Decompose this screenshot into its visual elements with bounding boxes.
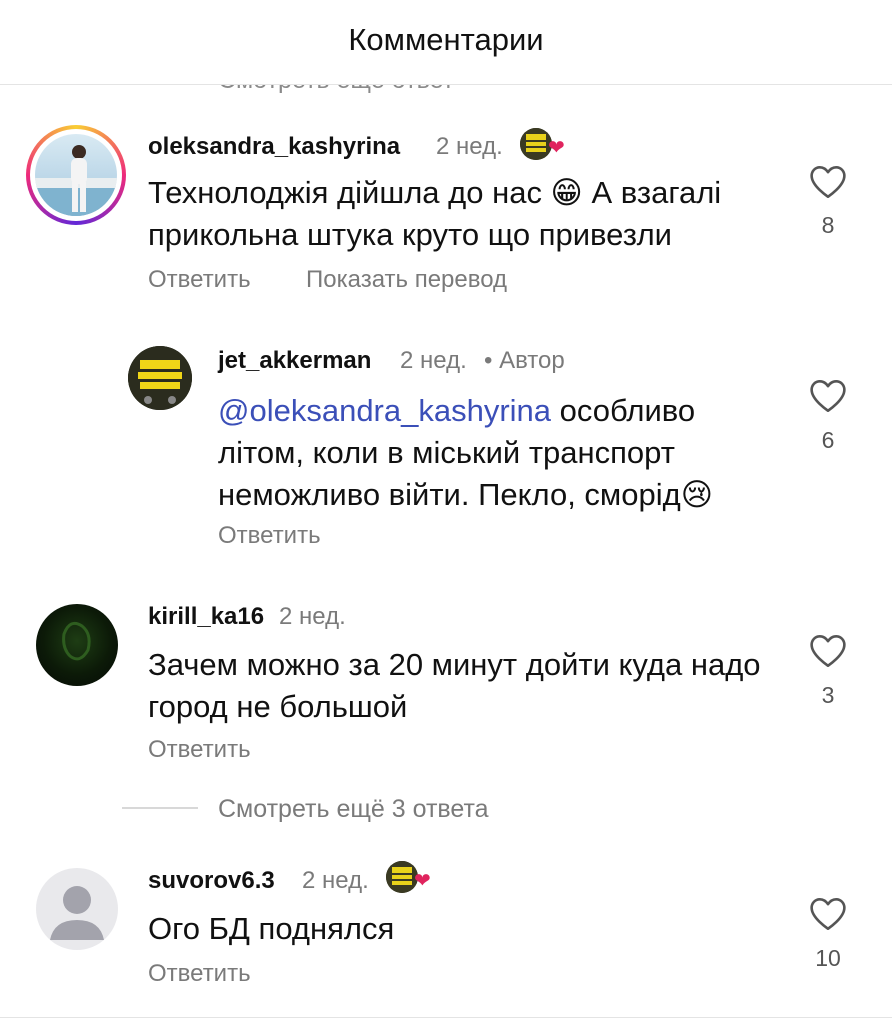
comment-time: 2 нед. [400,347,467,374]
comment-text: @oleksandra_kashyrina особливо літом, ко… [218,390,778,516]
avatar[interactable] [35,134,117,216]
comment-username[interactable]: kirill_ka16 [148,603,264,631]
comment-time: 2 нед. [436,133,503,160]
reply-button[interactable]: Ответить [218,522,321,550]
heart-filled-icon: ❤ [548,137,565,159]
reply-button[interactable]: Ответить [148,960,251,988]
comment-time: 2 нед. [302,867,369,894]
comment-text: Ого БД поднялся [148,911,395,946]
view-more-replies-button[interactable]: Смотреть ещё 3 ответа [218,795,489,824]
heart-outline-icon[interactable] [808,896,848,932]
page-title: Комментарии [348,22,544,57]
comment-time: 2 нед. [279,603,346,630]
heart-outline-icon[interactable] [808,633,848,669]
author-label: • Автор [484,347,565,374]
reply-button[interactable]: Ответить [148,266,251,294]
divider [122,807,198,809]
like-count: 8 [821,212,835,238]
mention-link[interactable]: @oleksandra_kashyrina [218,393,551,428]
comment-username[interactable]: jet_akkerman [218,347,371,375]
show-translation-button[interactable]: Показать перевод [306,266,507,294]
comments-header: Комментарии [0,0,892,85]
reply-button[interactable]: Ответить [148,736,251,764]
heart-outline-icon[interactable] [808,378,848,414]
avatar[interactable] [128,346,192,410]
divider [0,1017,892,1018]
like-count: 6 [821,427,835,453]
comment-text: Зачем можно за 20 минут дойти куда надо … [148,647,761,724]
comments-sheet: Комментарии Смотреть ещё ответ oleksandr… [0,0,892,1024]
comment-username[interactable]: oleksandra_kashyrina [148,133,400,161]
heart-outline-icon[interactable] [808,164,848,200]
comment-text: Технолоджія дійшла до нас 😁 А взагалі пр… [148,175,722,252]
avatar[interactable] [36,604,118,686]
like-count: 3 [821,682,835,708]
like-count: 10 [815,945,841,971]
heart-filled-icon: ❤ [414,870,431,892]
person-icon[interactable] [36,868,118,950]
comment-username[interactable]: suvorov6.3 [148,867,275,895]
